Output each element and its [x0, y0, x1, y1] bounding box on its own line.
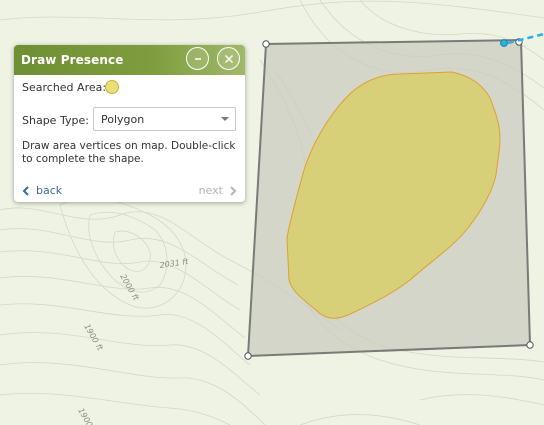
vertex-handle[interactable]	[526, 341, 534, 349]
back-link[interactable]: back	[22, 184, 62, 197]
next-link[interactable]: next	[199, 184, 237, 197]
shape-type-value: Polygon	[101, 113, 145, 126]
searched-area-label: Searched Area:	[22, 81, 107, 94]
draw-presence-panel: Draw Presence Searched Area: Shape Type:…	[14, 45, 245, 202]
chevron-right-icon	[230, 185, 237, 196]
back-label: back	[36, 184, 63, 197]
vertex-handle[interactable]	[262, 40, 270, 48]
panel-title: Draw Presence	[21, 53, 124, 67]
shape-type-select[interactable]: Polygon	[93, 107, 236, 131]
minimize-icon	[194, 57, 201, 60]
chevron-down-icon	[221, 117, 229, 121]
panel-header: Draw Presence	[14, 45, 245, 75]
instructions-text: Draw area vertices on map. Double-click …	[22, 140, 236, 165]
minimize-button[interactable]	[186, 47, 209, 70]
next-label: next	[198, 184, 223, 197]
chevron-left-icon	[22, 185, 29, 196]
searched-area-color-swatch[interactable]	[105, 80, 119, 94]
vertex-handle[interactable]	[244, 352, 252, 360]
active-vertex[interactable]	[500, 39, 508, 47]
shape-type-label: Shape Type:	[22, 114, 89, 127]
close-icon	[224, 54, 233, 63]
close-button[interactable]	[217, 47, 240, 70]
